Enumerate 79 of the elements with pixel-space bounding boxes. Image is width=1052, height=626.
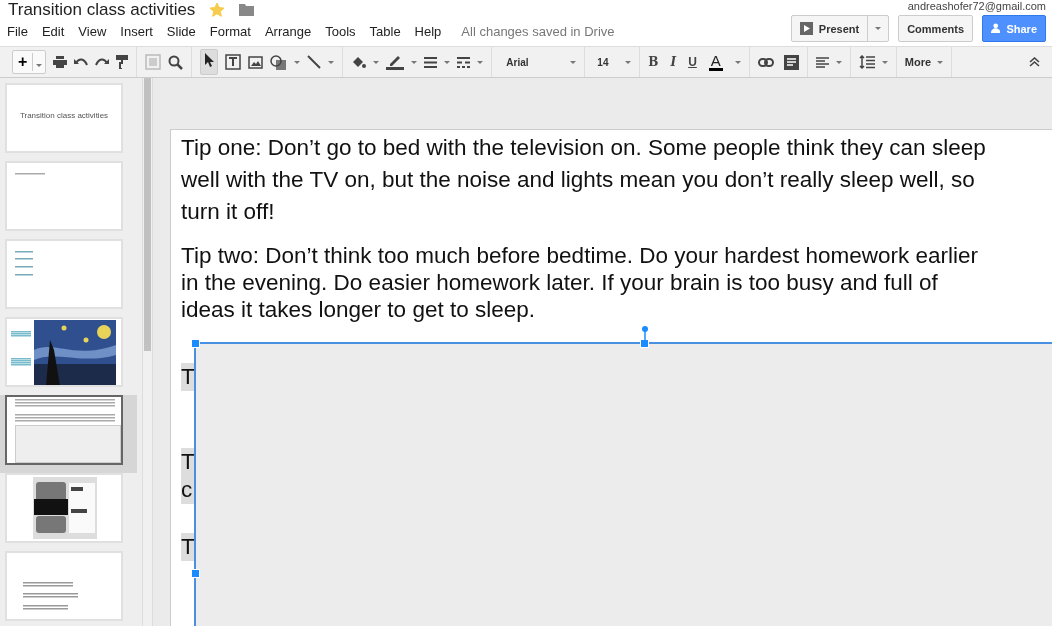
covered-text: T [181,363,194,391]
caret-icon [625,60,632,64]
border-dash-icon[interactable] [457,56,471,68]
resize-handle[interactable] [640,339,649,348]
caret-icon[interactable] [411,60,418,64]
align-icon[interactable] [815,56,829,68]
collapse-icon[interactable] [1029,57,1040,67]
menu-item[interactable]: Format [202,24,258,39]
caret-icon[interactable] [881,60,888,64]
slide-paragraph: Tip one: Don’t go to bed with the television on. Some people think they can sleep well with the TV on, but the noise and lights mean you don’t really sleep well, so turn it off! [181,134,987,226]
select-tool[interactable] [200,49,219,75]
caret-icon[interactable] [328,60,335,64]
border-color-icon[interactable] [386,54,405,70]
save-status: All changes saved in Drive [460,24,616,39]
image-icon[interactable] [248,55,264,69]
font-size-dropdown[interactable]: 14 [593,56,632,68]
comment-icon[interactable] [783,54,799,70]
text-box-icon[interactable] [225,54,242,70]
covered-text: T c [181,448,194,504]
menu-item[interactable]: Tools [318,24,363,39]
caret-icon[interactable] [294,60,301,64]
menu-item[interactable]: Insert [113,24,160,39]
border-weight-icon[interactable] [424,56,438,68]
caret-icon [570,60,577,64]
line-icon[interactable] [307,55,322,69]
play-icon [799,22,813,35]
slide-paragraph: Tip two: Don’t think too much before bedtime. Do your hardest homework earlier in the evening. Do easier homework later. If your brain is too busy and full of ideas it takes longer to get to sleep. [181,242,980,323]
menu-item[interactable]: File [0,24,35,39]
slide-thumbnail[interactable]: Transition class activities [5,83,123,153]
thumbnail-title: Transition class activities [18,111,110,120]
resize-handle[interactable] [191,569,200,578]
menu-item[interactable]: Edit [34,24,72,39]
more-button[interactable]: More [904,56,944,68]
print-icon[interactable] [53,56,68,68]
slide-text-drawing [15,251,33,276]
document-title[interactable]: Transition class activities [8,0,196,20]
slide-text-drawing [23,582,73,587]
line-spacing-icon[interactable] [858,55,875,69]
cursor-icon [204,53,215,67]
bold-button[interactable]: B [648,55,659,69]
menu-item[interactable]: View [71,24,114,39]
shape-icon[interactable] [270,54,288,70]
menu-item[interactable]: Slide [159,24,203,39]
undo-icon[interactable] [74,57,89,67]
comments-button[interactable]: Comments [898,15,973,42]
scrollbar-thumb[interactable] [144,78,151,351]
menu-item[interactable]: Table [362,24,408,39]
caret-icon[interactable] [373,60,380,64]
folder-icon[interactable] [239,4,255,16]
covered-text: T [181,533,194,561]
link-icon[interactable] [757,57,774,67]
resize-handle[interactable] [191,339,200,348]
italic-button[interactable]: I [670,55,677,69]
rotate-handle[interactable] [641,325,649,341]
slide-text-drawing [23,593,78,598]
text-color-button[interactable]: A [708,53,723,71]
fill-color-icon[interactable] [351,55,367,69]
caret-icon[interactable] [477,60,484,64]
star-icon[interactable] [209,2,226,18]
caret-icon[interactable] [444,60,451,64]
font-dropdown[interactable]: Arial [500,56,577,68]
poster-drawing [33,477,97,539]
zoom-icon[interactable] [168,54,184,70]
caret-icon[interactable] [734,60,741,64]
slide-text-drawing [11,331,31,366]
new-slide-button[interactable]: + [12,50,47,74]
account-email[interactable]: andreashofer72@gmail.com [907,0,1046,12]
caret-icon[interactable] [36,64,43,67]
caret-icon [875,27,882,30]
person-icon [991,21,1001,36]
redo-icon[interactable] [95,57,110,67]
menu-item[interactable]: Arrange [257,24,319,39]
paint-format-icon[interactable] [116,55,129,69]
slide-text-drawing [23,605,68,610]
slide-thumbnail[interactable] [5,395,123,465]
caret-icon [937,60,944,64]
menu-item[interactable]: Help [407,24,449,39]
underline-button[interactable]: U [688,55,697,69]
caret-icon[interactable] [835,60,842,64]
